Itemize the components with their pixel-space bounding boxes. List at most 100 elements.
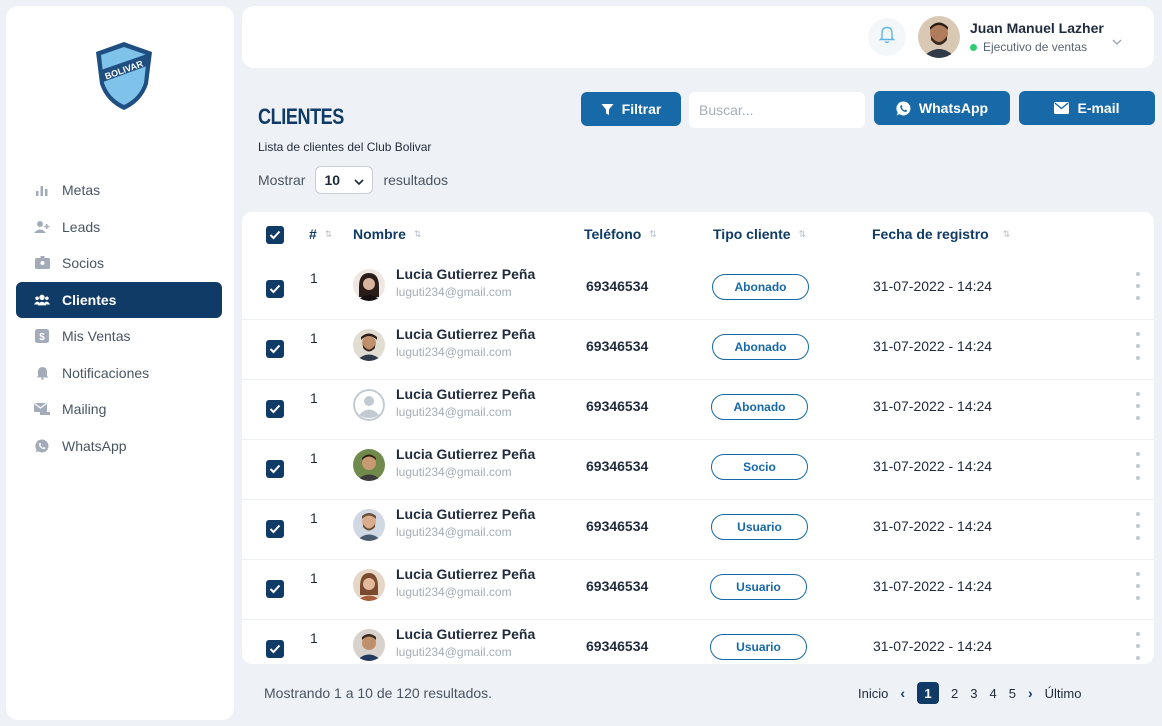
more-options-icon[interactable] bbox=[1134, 452, 1142, 480]
filter-icon bbox=[601, 103, 614, 116]
sidebar-item-label: Metas bbox=[62, 182, 101, 198]
row-checkbox[interactable] bbox=[266, 280, 284, 298]
chevron-left-icon[interactable]: ‹ bbox=[900, 685, 905, 701]
client-type-badge: Usuario bbox=[710, 634, 807, 660]
bar-chart-icon bbox=[34, 182, 50, 198]
table-row[interactable]: 1 Lucia Gutierrez Peña luguti234@gmail.c… bbox=[242, 260, 1154, 320]
chevron-right-icon[interactable]: › bbox=[1028, 685, 1033, 701]
page-size-control: Mostrar 10 resultados bbox=[258, 166, 448, 194]
search-input[interactable] bbox=[689, 92, 865, 128]
sidebar-item-leads[interactable]: Leads bbox=[16, 209, 222, 245]
registration-date: 31-07-2022 - 14:24 bbox=[873, 278, 993, 294]
row-number: 1 bbox=[310, 270, 318, 286]
row-number: 1 bbox=[310, 390, 318, 406]
pagination-page[interactable]: 4 bbox=[990, 686, 997, 701]
whatsapp-icon bbox=[896, 101, 911, 116]
more-options-icon[interactable] bbox=[1134, 632, 1142, 660]
show-label: Mostrar bbox=[258, 172, 306, 188]
sidebar-item-notificaciones[interactable]: Notificaciones bbox=[16, 355, 222, 391]
client-type-badge: Usuario bbox=[710, 574, 807, 600]
client-name: Lucia Gutierrez Peña bbox=[396, 326, 536, 342]
registration-date: 31-07-2022 - 14:24 bbox=[873, 398, 993, 414]
row-number: 1 bbox=[310, 510, 318, 526]
envelope-icon bbox=[1054, 102, 1070, 114]
column-header-date[interactable]: Fecha de registro ⇅ bbox=[872, 226, 1010, 242]
club-bolivar-logo[interactable]: BOLIVAR bbox=[92, 40, 156, 112]
sidebar-item-clientes[interactable]: Clientes bbox=[16, 281, 222, 318]
page-title: CLIENTES bbox=[258, 104, 344, 129]
table-row[interactable]: 1 Lucia Gutierrez Peña luguti234@gmail.c… bbox=[242, 440, 1154, 500]
page-size-value: 10 bbox=[324, 172, 341, 188]
row-checkbox[interactable] bbox=[266, 640, 284, 658]
email-button[interactable]: E-mail bbox=[1019, 91, 1155, 125]
pagination-last[interactable]: Último bbox=[1045, 686, 1082, 701]
filter-button[interactable]: Filtrar bbox=[581, 92, 681, 126]
registration-date: 31-07-2022 - 14:24 bbox=[873, 458, 993, 474]
table-row[interactable]: 1 Lucia Gutierrez Peña luguti234@gmail.c… bbox=[242, 320, 1154, 380]
dollar-icon: $ bbox=[34, 328, 50, 344]
row-number: 1 bbox=[310, 450, 318, 466]
table-row[interactable]: 1 Lucia Gutierrez Peña luguti234@gmail.c… bbox=[242, 620, 1154, 680]
column-header-num[interactable]: # ⇅ bbox=[309, 226, 332, 242]
more-options-icon[interactable] bbox=[1134, 512, 1142, 540]
mailing-icon bbox=[34, 401, 50, 417]
row-number: 1 bbox=[310, 330, 318, 346]
row-checkbox[interactable] bbox=[266, 460, 284, 478]
pagination-page[interactable]: 5 bbox=[1009, 686, 1016, 701]
add-user-icon bbox=[34, 219, 50, 235]
row-number: 1 bbox=[310, 630, 318, 646]
online-status-dot bbox=[970, 43, 977, 51]
row-checkbox[interactable] bbox=[266, 520, 284, 538]
pagination-page-current[interactable]: 1 bbox=[917, 682, 940, 704]
row-checkbox[interactable] bbox=[266, 340, 284, 358]
select-all-checkbox[interactable] bbox=[266, 226, 284, 244]
more-options-icon[interactable] bbox=[1134, 272, 1142, 300]
table-row[interactable]: 1 Lucia Gutierrez Peña luguti234@gmail.c… bbox=[242, 380, 1154, 440]
table-row[interactable]: 1 Lucia Gutierrez Peña luguti234@gmail.c… bbox=[242, 560, 1154, 620]
client-email: luguti234@gmail.com bbox=[396, 285, 512, 299]
more-options-icon[interactable] bbox=[1134, 572, 1142, 600]
more-options-icon[interactable] bbox=[1134, 392, 1142, 420]
registration-date: 31-07-2022 - 14:24 bbox=[873, 578, 993, 594]
page-size-select[interactable]: 10 bbox=[315, 166, 374, 194]
sidebar-item-mailing[interactable]: Mailing bbox=[16, 391, 222, 427]
sidebar-item-label: Clientes bbox=[62, 291, 117, 308]
sort-icon: ⇅ bbox=[798, 228, 807, 239]
notifications-button[interactable] bbox=[868, 18, 906, 56]
clients-table: # ⇅ Nombre ⇅ Teléfono ⇅ Tipo cliente ⇅ F… bbox=[242, 212, 1154, 664]
registration-date: 31-07-2022 - 14:24 bbox=[873, 638, 993, 654]
column-header-name[interactable]: Nombre ⇅ bbox=[353, 226, 421, 242]
client-name: Lucia Gutierrez Peña bbox=[396, 566, 536, 582]
row-checkbox[interactable] bbox=[266, 580, 284, 598]
sidebar-item-whatsapp[interactable]: WhatsApp bbox=[16, 428, 222, 464]
user-avatar[interactable] bbox=[918, 16, 960, 58]
filter-button-label: Filtrar bbox=[621, 101, 662, 117]
column-header-type[interactable]: Tipo cliente ⇅ bbox=[713, 226, 806, 242]
column-header-label: Teléfono bbox=[584, 226, 642, 242]
avatar bbox=[353, 269, 385, 301]
client-email: luguti234@gmail.com bbox=[396, 345, 512, 359]
more-options-icon[interactable] bbox=[1134, 332, 1142, 360]
column-header-label: Tipo cliente bbox=[713, 226, 791, 242]
whatsapp-button[interactable]: WhatsApp bbox=[874, 91, 1010, 125]
avatar-placeholder-icon bbox=[353, 389, 385, 421]
sidebar-item-mis-ventas[interactable]: $ Mis Ventas bbox=[16, 318, 222, 354]
registration-date: 31-07-2022 - 14:24 bbox=[873, 518, 993, 534]
pagination-first[interactable]: Inicio bbox=[858, 686, 888, 701]
column-header-phone[interactable]: Teléfono ⇅ bbox=[584, 226, 657, 242]
client-email: luguti234@gmail.com bbox=[396, 585, 512, 599]
sidebar-item-metas[interactable]: Metas bbox=[16, 172, 222, 208]
pagination-page[interactable]: 2 bbox=[951, 686, 958, 701]
sidebar-item-socios[interactable]: Socios bbox=[16, 245, 222, 281]
client-type-badge: Abonado bbox=[711, 394, 808, 420]
chevron-down-icon[interactable] bbox=[1112, 34, 1122, 48]
table-row[interactable]: 1 Lucia Gutierrez Peña luguti234@gmail.c… bbox=[242, 500, 1154, 560]
column-header-label: # bbox=[309, 226, 317, 242]
pagination-page[interactable]: 3 bbox=[970, 686, 977, 701]
row-checkbox[interactable] bbox=[266, 400, 284, 418]
avatar bbox=[353, 509, 385, 541]
sidebar-item-label: Notificaciones bbox=[62, 364, 150, 381]
checkmark-icon bbox=[266, 226, 284, 244]
client-phone: 69346534 bbox=[586, 518, 649, 534]
users-icon bbox=[34, 292, 50, 308]
